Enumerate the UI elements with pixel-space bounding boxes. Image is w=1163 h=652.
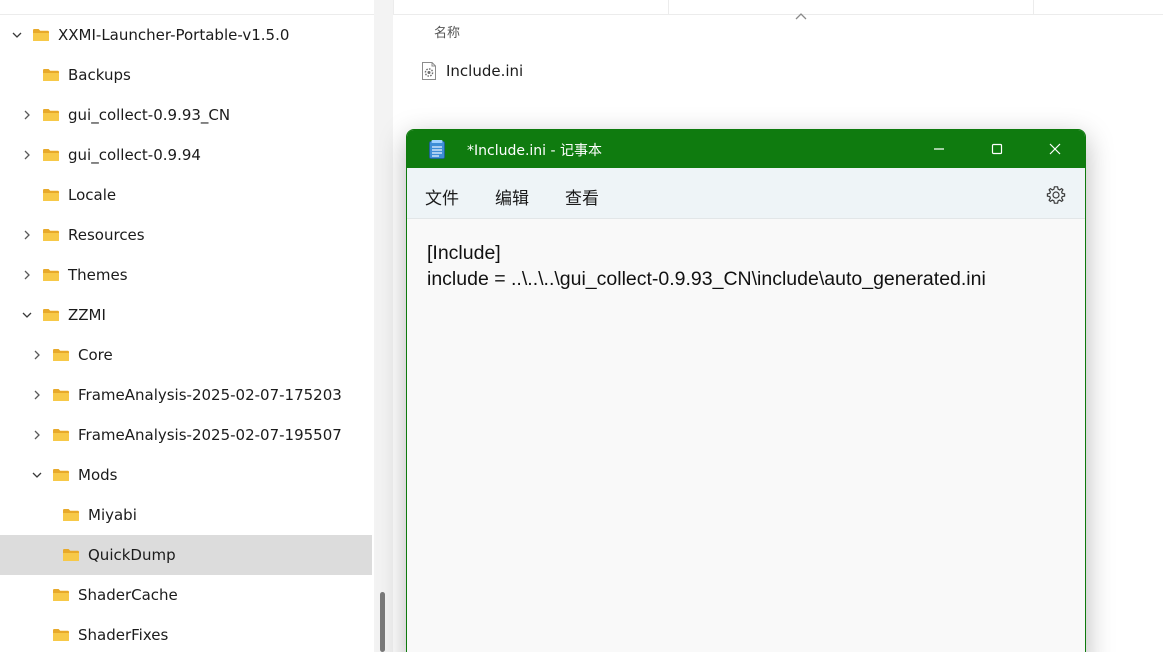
tree-item-label: XXMI-Launcher-Portable-v1.5.0 <box>58 26 290 44</box>
tree-item[interactable]: ShaderFixes <box>0 615 372 652</box>
file-item-include-ini[interactable]: Include.ini <box>421 60 523 82</box>
tree-item[interactable]: Resources <box>0 215 372 255</box>
folder-icon <box>62 548 80 562</box>
menu-edit[interactable]: 编辑 <box>495 184 529 209</box>
close-icon <box>1049 143 1061 155</box>
folder-icon <box>42 148 60 162</box>
folder-icon <box>42 188 60 202</box>
folder-icon <box>52 388 70 402</box>
maximize-button[interactable] <box>968 130 1026 168</box>
folder-icon <box>62 508 80 522</box>
close-button[interactable] <box>1026 130 1084 168</box>
chevron-right-icon[interactable] <box>20 108 34 122</box>
folder-icon <box>52 588 70 602</box>
tree-item-label: QuickDump <box>88 546 176 564</box>
notepad-titlebar[interactable]: *Include.ini - 记事本 <box>407 130 1085 168</box>
menu-view[interactable]: 查看 <box>565 184 599 209</box>
menu-file[interactable]: 文件 <box>425 184 459 209</box>
tree-item-label: Resources <box>68 226 145 244</box>
tree-item-label: Mods <box>78 466 118 484</box>
tree-item[interactable]: Mods <box>0 455 372 495</box>
tree-item-label: ShaderFixes <box>78 626 169 644</box>
folder-icon <box>52 468 70 482</box>
folder-icon <box>52 348 70 362</box>
file-pane-top-edge <box>393 0 1163 15</box>
text-editor-area[interactable]: [Include] include = ..\..\..\gui_collect… <box>407 220 1085 652</box>
nav-pane-top-edge <box>0 0 374 15</box>
folder-icon <box>42 268 60 282</box>
sort-ascending-icon <box>795 13 807 20</box>
tree-item[interactable]: Core <box>0 335 372 375</box>
folder-icon <box>52 428 70 442</box>
tree-item-label: Core <box>78 346 113 364</box>
maximize-icon <box>991 143 1003 155</box>
navigation-pane: XXMI-Launcher-Portable-v1.5.0 Backups gui_… <box>0 0 374 652</box>
tree-item[interactable]: Locale <box>0 175 372 215</box>
tree-item-label: Themes <box>68 266 128 284</box>
editor-line: include = ..\..\..\gui_collect-0.9.93_CN… <box>427 268 986 290</box>
tree-item[interactable]: FrameAnalysis-2025-02-07-195507 <box>0 415 372 455</box>
tree-item[interactable]: ZZMI <box>0 295 372 335</box>
chevron-right-icon[interactable] <box>20 148 34 162</box>
editor-line: [Include] <box>427 242 501 264</box>
chevron-down-icon[interactable] <box>20 308 34 322</box>
tree-item-label: gui_collect-0.9.93_CN <box>68 106 231 124</box>
tree-item[interactable]: FrameAnalysis-2025-02-07-175203 <box>0 375 372 415</box>
tree-item-label: Locale <box>68 186 117 204</box>
folder-icon <box>42 108 60 122</box>
window-title: *Include.ini - 记事本 <box>467 143 603 159</box>
minimize-button[interactable] <box>910 130 968 168</box>
tree-item[interactable]: XXMI-Launcher-Portable-v1.5.0 <box>0 15 372 55</box>
nav-scrollbar-thumb[interactable] <box>380 592 385 652</box>
tree-item[interactable]: Themes <box>0 255 372 295</box>
folder-icon <box>32 28 50 42</box>
settings-gear-icon[interactable] <box>1046 185 1066 205</box>
tree-item[interactable]: gui_collect-0.9.94 <box>0 135 372 175</box>
minimize-icon <box>934 148 944 150</box>
notepad-menubar: 文件 编辑 查看 <box>407 168 1085 219</box>
tree-item[interactable]: Miyabi <box>0 495 372 535</box>
tree-item[interactable]: ShaderCache <box>0 575 372 615</box>
tree-item-label: ZZMI <box>68 306 106 324</box>
tree-item-label: gui_collect-0.9.94 <box>68 146 201 164</box>
chevron-right-icon[interactable] <box>30 388 44 402</box>
chevron-down-icon[interactable] <box>10 28 24 42</box>
tree-item[interactable]: gui_collect-0.9.93_CN <box>0 95 372 135</box>
tree-item-label: Miyabi <box>88 506 137 524</box>
column-separator <box>668 0 669 15</box>
chevron-right-icon[interactable] <box>20 228 34 242</box>
chevron-down-icon[interactable] <box>30 468 44 482</box>
chevron-right-icon[interactable] <box>20 268 34 282</box>
column-separator <box>1033 0 1034 15</box>
column-separator <box>393 0 394 15</box>
notepad-app-icon <box>429 140 445 159</box>
folder-icon <box>42 228 60 242</box>
folder-icon <box>42 68 60 82</box>
folder-icon <box>42 308 60 322</box>
tree-item-label: Backups <box>68 66 131 84</box>
tree-item-label: FrameAnalysis-2025-02-07-175203 <box>78 386 342 404</box>
notepad-window: *Include.ini - 记事本 文件 编辑 查看 [Include] in… <box>406 129 1086 652</box>
chevron-right-icon[interactable] <box>30 348 44 362</box>
pane-divider[interactable] <box>374 0 393 652</box>
tree-item[interactable]: QuickDump <box>0 535 372 575</box>
file-name: Include.ini <box>446 62 524 80</box>
chevron-right-icon[interactable] <box>30 428 44 442</box>
tree-item[interactable]: Backups <box>0 55 372 95</box>
column-header-name[interactable]: 名称 <box>434 22 460 41</box>
tree-item-label: FrameAnalysis-2025-02-07-195507 <box>78 426 342 444</box>
ini-settings-file-icon <box>422 62 436 80</box>
folder-icon <box>52 628 70 642</box>
tree-item-label: ShaderCache <box>78 586 178 604</box>
